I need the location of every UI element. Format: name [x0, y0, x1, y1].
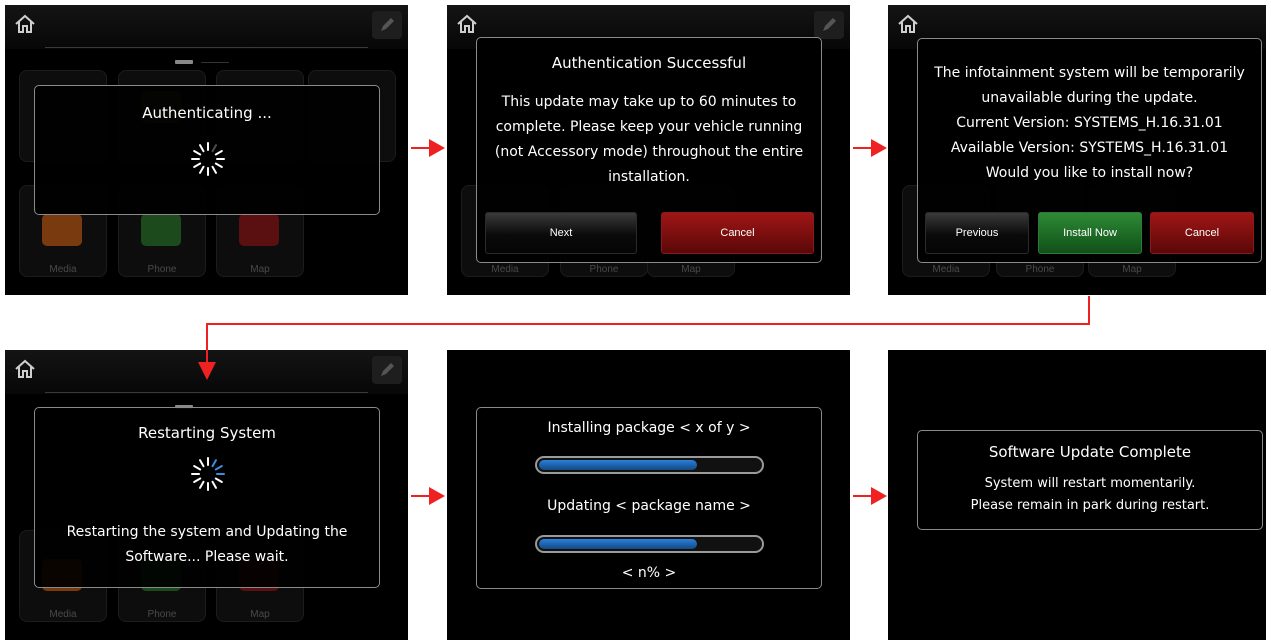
- dialog-message: Restarting the system and Updating the S…: [35, 520, 379, 570]
- message-line: unavailable during the update.: [981, 90, 1198, 106]
- message-line: This update may take up to 60 minutes to: [501, 94, 797, 110]
- auth-success-dialog: Authentication Successful This update ma…: [476, 37, 822, 263]
- message-line: Software... Please wait.: [125, 549, 289, 565]
- cancel-button[interactable]: Cancel: [661, 212, 814, 254]
- screen-authenticating: Media Phone Map Authenticating ...: [5, 5, 408, 295]
- message-line: Would you like to install now?: [985, 165, 1194, 181]
- message-line: System will restart momentarily.: [984, 476, 1196, 491]
- divider: [45, 392, 368, 393]
- edit-icon[interactable]: [372, 11, 402, 39]
- home-icon[interactable]: [897, 14, 919, 34]
- package-progress-fill: [539, 460, 697, 470]
- flow-arrow-2-3: [853, 139, 887, 157]
- home-icon[interactable]: [14, 14, 36, 34]
- previous-button[interactable]: Previous: [925, 212, 1029, 254]
- spinner-icon: [191, 142, 225, 176]
- top-bar: [5, 5, 408, 49]
- package-label: Installing package < x of y >: [547, 420, 751, 436]
- message-line: complete. Please keep your vehicle runni…: [495, 119, 803, 135]
- dialog-title: Restarting System: [138, 424, 276, 442]
- message-line: The infotainment system will be temporar…: [934, 65, 1245, 81]
- edit-icon[interactable]: [814, 11, 844, 39]
- flow-arrow-1-2: [411, 139, 445, 157]
- screen-installing: Installing package < x of y > Updating <…: [447, 350, 850, 640]
- tile-label: Phone: [1025, 264, 1055, 275]
- package-progress-bar: [535, 456, 764, 474]
- tile-label: Media: [932, 264, 960, 275]
- install-now-button[interactable]: Install Now: [1038, 212, 1142, 254]
- tile-label: Phone: [147, 264, 177, 275]
- flow-arrow-5-6: [853, 487, 887, 505]
- dialog-message: This update may take up to 60 minutes to…: [477, 90, 821, 190]
- divider: [45, 47, 368, 48]
- percent-label: < n% >: [621, 565, 677, 581]
- page-indicator-track: [201, 62, 229, 63]
- message-line: Restarting the system and Updating the: [66, 524, 348, 540]
- tile-label: Media: [491, 264, 519, 275]
- message-line: Please remain in park during restart.: [970, 498, 1210, 513]
- flow-arrow-3-4: [198, 296, 1090, 380]
- message-line: installation.: [608, 169, 690, 185]
- tile-label: Map: [681, 264, 701, 275]
- page-indicator: [175, 60, 193, 64]
- install-confirm-dialog: The infotainment system will be temporar…: [917, 38, 1262, 263]
- tile-label: Map: [250, 264, 270, 275]
- screen-auth-success: Media Phone Map Authentication Successfu…: [447, 5, 850, 295]
- dialog-message: The infotainment system will be temporar…: [918, 61, 1261, 186]
- spinner-icon: [191, 457, 225, 491]
- auth-dialog: Authenticating ...: [34, 85, 380, 215]
- dialog-title: Software Update Complete: [988, 443, 1192, 461]
- home-icon[interactable]: [14, 359, 36, 379]
- flow-arrow-4-5: [411, 487, 445, 505]
- tile-label: Phone: [589, 264, 619, 275]
- tile-label: Media: [49, 264, 77, 275]
- message-line: Current Version: SYSTEMS_H.16.31.01: [956, 115, 1223, 131]
- restart-dialog: Restarting System Restarting the system …: [34, 407, 380, 588]
- tile-label: Map: [1122, 264, 1142, 275]
- tile-label: Media: [49, 609, 77, 620]
- message-line: Available Version: SYSTEMS_H.16.31.01: [950, 140, 1229, 156]
- dialog-title: Authentication Successful: [551, 54, 747, 72]
- screen-update-complete: Software Update Complete System will res…: [888, 350, 1266, 640]
- dialog-title: Authenticating ...: [142, 104, 272, 122]
- update-progress-fill: [539, 539, 697, 549]
- message-line: (not Accessory mode) throughout the enti…: [494, 144, 804, 160]
- dialog-message: System will restart momentarily. Please …: [918, 473, 1262, 517]
- tile-label: Phone: [147, 609, 177, 620]
- complete-dialog: Software Update Complete System will res…: [917, 430, 1263, 530]
- screen-install-confirm: Media Phone Map The infotainment system …: [888, 5, 1266, 295]
- update-label: Updating < package name >: [547, 498, 751, 514]
- next-button[interactable]: Next: [485, 212, 637, 254]
- update-progress-bar: [535, 535, 764, 553]
- cancel-button[interactable]: Cancel: [1150, 212, 1254, 254]
- install-progress-dialog: Installing package < x of y > Updating <…: [476, 407, 822, 589]
- tile-label: Map: [250, 609, 270, 620]
- screen-restarting: Media Phone Map Restarting System Restar…: [5, 350, 408, 640]
- home-icon[interactable]: [456, 14, 478, 34]
